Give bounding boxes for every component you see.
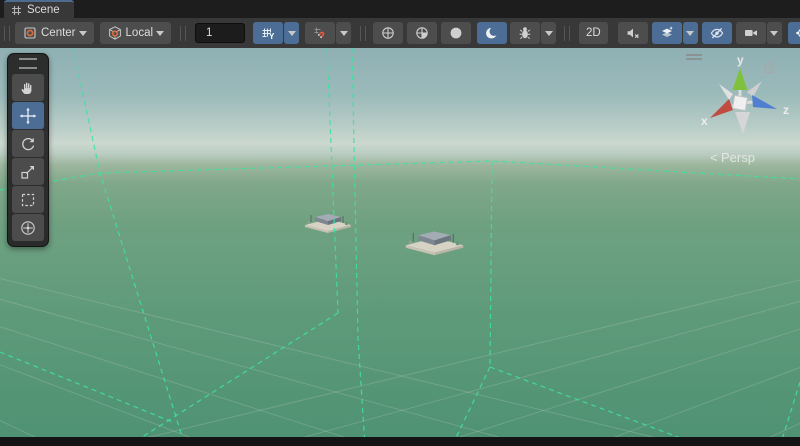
layers-icon [659, 25, 675, 41]
orientation-mode-label: Local [126, 27, 154, 39]
snap-increment-field[interactable] [195, 23, 245, 43]
scale-tool-button[interactable] [12, 158, 44, 185]
tab-label: Scene [27, 4, 60, 16]
sky-and-ground [0, 48, 800, 437]
scene-camera-settings-button[interactable] [736, 22, 766, 44]
move-arrows-icon [19, 107, 37, 125]
shaded-sphere-icon [448, 25, 464, 41]
gizmos-toggle[interactable] [788, 22, 800, 44]
bug-icon [517, 25, 533, 41]
orientation-gizmo-icon [795, 25, 800, 41]
wireframe-mode-button[interactable] [373, 22, 403, 44]
scene-lighting-toggle[interactable] [477, 22, 507, 44]
gizmo-y-axis-label[interactable]: y [737, 53, 744, 67]
shaded-mode-button[interactable] [441, 22, 471, 44]
projection-arrow-icon: < [710, 150, 718, 165]
rotate-tool-button[interactable] [12, 130, 44, 157]
snap-magnet-icon [312, 25, 328, 41]
unity-scene-window: Scene Center Local [0, 0, 800, 446]
2d-label: 2D [586, 27, 601, 39]
toolbar-separator [564, 26, 570, 41]
eye-slash-icon [709, 25, 725, 41]
gizmo-x-axis-label[interactable]: x [701, 114, 708, 128]
transform-tool-icon [19, 219, 37, 237]
grid-axis-icon: Y [260, 25, 276, 41]
tool-palette-overlay [7, 53, 49, 247]
tab-bar: Scene [0, 0, 800, 18]
pan-tool-button[interactable] [12, 74, 44, 101]
gizmo-center-cube[interactable] [732, 95, 747, 110]
rect-tool-button[interactable] [12, 186, 44, 213]
scene-effects-dropdown[interactable] [683, 22, 698, 44]
pivot-mode-dropdown[interactable]: Center [15, 22, 94, 44]
grid-snapping-button[interactable] [305, 22, 335, 44]
scene-camera-dropdown[interactable] [767, 22, 782, 44]
projection-text: Persp [721, 150, 755, 165]
crescent-moon-icon [484, 25, 500, 41]
pivot-mode-label: Center [41, 27, 76, 39]
audio-toggle[interactable] [618, 22, 648, 44]
shaded-wireframe-mode-button[interactable] [407, 22, 437, 44]
rect-tool-icon [19, 191, 37, 209]
scene-viewport[interactable]: y x z < Persp [0, 48, 800, 437]
chevron-down-icon [156, 31, 164, 36]
pivot-center-icon [22, 25, 38, 41]
gizmo-z-axis-label[interactable]: z [783, 103, 789, 117]
hand-icon [19, 79, 37, 97]
scene-toolbar: Center Local Y [0, 18, 800, 49]
debug-draw-mode-button[interactable] [510, 22, 540, 44]
local-cube-icon [107, 25, 123, 41]
svg-text:Y: Y [269, 32, 275, 41]
chevron-down-icon [79, 31, 87, 36]
toolbar-separator [360, 26, 366, 41]
tab-scene[interactable]: Scene [4, 0, 74, 18]
grid-tab-icon [11, 5, 22, 16]
grid-visibility-button[interactable]: Y [253, 22, 283, 44]
wireframe-sphere-icon [380, 25, 396, 41]
grid-options-dropdown[interactable] [284, 22, 299, 44]
speaker-muted-icon [625, 25, 641, 41]
viewport-bottom-edge [0, 437, 800, 446]
palette-drag-handle[interactable] [19, 58, 37, 69]
scale-icon [19, 163, 37, 181]
snap-options-dropdown[interactable] [336, 22, 351, 44]
debug-draw-dropdown[interactable] [541, 22, 556, 44]
transform-tool-button[interactable] [12, 214, 44, 241]
toolbar-drag-handle[interactable] [4, 26, 10, 41]
scene-visibility-toggle[interactable] [702, 22, 732, 44]
shaded-wireframe-sphere-icon [414, 25, 430, 41]
video-camera-icon [743, 25, 759, 41]
rotate-icon [19, 135, 37, 153]
2d-view-toggle[interactable]: 2D [579, 22, 608, 44]
scene-effects-toggle[interactable] [652, 22, 682, 44]
projection-label[interactable]: < Persp [710, 150, 755, 165]
move-tool-button[interactable] [12, 102, 44, 129]
toolbar-separator [180, 26, 186, 41]
orientation-mode-dropdown[interactable]: Local [100, 22, 172, 44]
